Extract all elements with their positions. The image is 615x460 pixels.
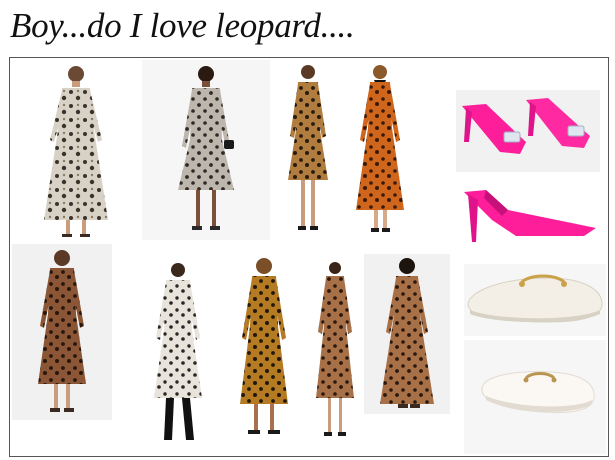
grey-leopard-midi-dress-image[interactable]: [142, 60, 270, 240]
tan-leopard-midi-dress-image[interactable]: [274, 60, 342, 240]
dress-figure-icon: [380, 258, 434, 408]
dress-figure-icon: [38, 250, 86, 412]
mood-board-collage: [9, 57, 609, 457]
cream-horsebit-loafer-mule-image[interactable]: [464, 264, 606, 336]
white-mule-icon: [481, 371, 595, 413]
light-leopard-maxi-dress-image[interactable]: [12, 60, 140, 240]
dress-figure-icon: [316, 262, 354, 436]
white-bit-mule-image[interactable]: [464, 340, 606, 454]
pink-pointed-mule-image[interactable]: [456, 186, 600, 248]
pink-satin-crystal-mules-image[interactable]: [456, 90, 600, 172]
dress-figure-icon: [288, 65, 328, 230]
dress-figure-icon: [356, 65, 404, 232]
leopard-v-neck-midi-dress-image[interactable]: [308, 258, 362, 442]
dress-figure-icon: [240, 258, 288, 434]
dress-figure-icon: [178, 66, 234, 230]
white-leopard-wrap-dress-image[interactable]: [138, 258, 218, 450]
page-title: Boy...do I love leopard....: [10, 6, 355, 45]
pink-mule-icon: [462, 98, 590, 154]
dress-figure-icon: [154, 263, 202, 440]
gold-leopard-shirt-dress-image[interactable]: [222, 254, 306, 440]
orange-leopard-maxi-dress-image[interactable]: [344, 60, 416, 240]
pink-pointed-mule-icon: [464, 190, 596, 242]
cream-loafer-icon: [467, 274, 603, 323]
brown-leopard-wrap-dress-image[interactable]: [12, 244, 112, 420]
leopard-maxi-dress-image[interactable]: [364, 254, 450, 414]
dress-figure-icon: [44, 66, 108, 237]
